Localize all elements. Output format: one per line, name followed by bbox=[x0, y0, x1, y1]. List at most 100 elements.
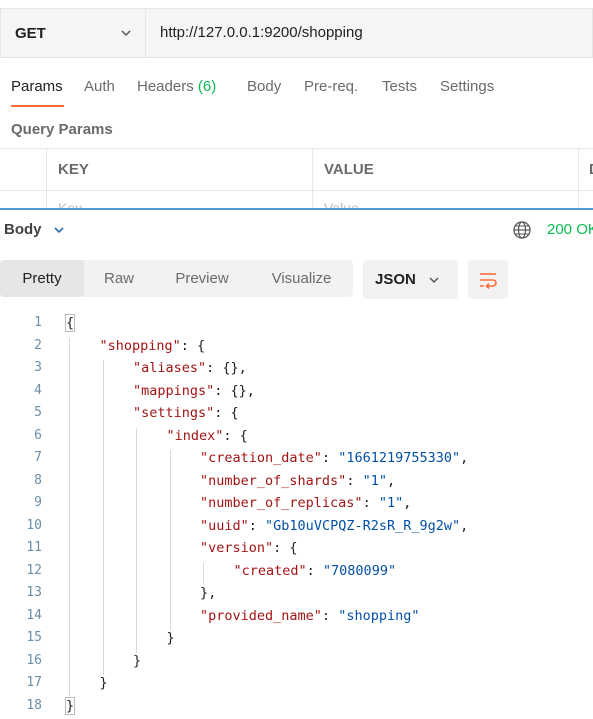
json-string: "Gb10uVCPQZ-R2sR_R_9g2w" bbox=[265, 517, 461, 534]
json-string: "1661219755330" bbox=[338, 450, 461, 466]
code-line: } bbox=[64, 696, 76, 715]
tab-params[interactable]: Params bbox=[11, 78, 63, 95]
query-params-table: KEY VALUE D Key Value bbox=[0, 148, 593, 208]
json-punctuation: , bbox=[386, 472, 396, 489]
line-number: 1 bbox=[34, 315, 42, 330]
json-string: "1" bbox=[378, 495, 404, 511]
json-string: "1" bbox=[362, 472, 387, 489]
code-line: "number_of_shards": "1", bbox=[200, 473, 395, 489]
code-line: "mappings": {}, bbox=[133, 383, 255, 399]
code-line: "index": { bbox=[167, 428, 248, 444]
url-text: http://127.0.0.1:9200/shopping bbox=[160, 24, 363, 41]
line-number: 8 bbox=[34, 472, 42, 488]
code-line: "created": "7080099" bbox=[234, 563, 397, 579]
view-visualize[interactable]: Visualize bbox=[250, 260, 353, 297]
json-punctuation: : {}, bbox=[206, 360, 247, 376]
table-border-top bbox=[0, 148, 593, 149]
line-number: 6 bbox=[34, 427, 42, 443]
url-input[interactable]: http://127.0.0.1:9200/shopping bbox=[145, 8, 593, 58]
line-number: 17 bbox=[26, 675, 42, 690]
json-key: "shopping" bbox=[99, 337, 181, 354]
view-mode-selector: Pretty Raw Preview Visualize bbox=[0, 260, 353, 297]
json-key: "index" bbox=[166, 427, 224, 444]
key-input[interactable]: Key bbox=[58, 200, 82, 208]
line-number: 2 bbox=[34, 337, 42, 353]
wrap-lines-button[interactable] bbox=[468, 260, 508, 299]
code-line: } bbox=[100, 675, 108, 691]
code-line: } bbox=[133, 653, 141, 669]
json-punctuation: : bbox=[306, 562, 323, 579]
response-code-editor[interactable]: 1{2 "shopping": {3 "aliases": {}, 4 "mapping… bbox=[0, 312, 593, 719]
tab-headers[interactable]: Headers (6) bbox=[137, 78, 216, 95]
json-punctuation: : bbox=[321, 450, 339, 466]
json-string: "shopping" bbox=[338, 607, 420, 624]
code-line: "creation_date": "1661219755330", bbox=[200, 450, 468, 466]
tab-body[interactable]: Body bbox=[247, 78, 281, 95]
code-line: { bbox=[64, 314, 76, 332]
code-line: "number_of_replicas": "1", bbox=[200, 495, 411, 511]
indent-guide bbox=[169, 450, 171, 630]
table-border-row bbox=[0, 190, 593, 191]
indent-guide bbox=[136, 427, 137, 653]
line-number: 14 bbox=[26, 607, 42, 623]
value-input[interactable]: Value bbox=[324, 200, 359, 208]
method-select[interactable]: GET bbox=[0, 8, 145, 58]
line-number: 10 bbox=[26, 517, 42, 533]
json-punctuation: } bbox=[133, 652, 142, 669]
headers-count: (6) bbox=[197, 78, 217, 95]
chevron-down-icon bbox=[429, 277, 439, 284]
table-col-divider bbox=[46, 148, 47, 208]
tab-tests[interactable]: Tests bbox=[382, 78, 417, 95]
view-preview[interactable]: Preview bbox=[154, 260, 250, 297]
tab-auth[interactable]: Auth bbox=[84, 78, 115, 95]
json-string: "7080099" bbox=[322, 562, 397, 579]
code-line: "shopping": { bbox=[100, 338, 206, 354]
json-punctuation: : { bbox=[223, 427, 248, 444]
globe-icon[interactable] bbox=[512, 220, 532, 240]
json-key: "uuid" bbox=[200, 517, 249, 534]
json-punctuation: : { bbox=[180, 337, 206, 354]
line-number: 13 bbox=[26, 585, 42, 600]
line-number: 16 bbox=[26, 652, 42, 668]
json-key: "version" bbox=[200, 540, 274, 556]
indent-guide bbox=[69, 337, 70, 698]
json-key: "created" bbox=[233, 562, 307, 579]
tab-prereq[interactable]: Pre-req. bbox=[304, 78, 358, 95]
json-punctuation: : bbox=[346, 472, 363, 489]
chevron-down-icon[interactable] bbox=[52, 223, 66, 237]
line-number: 5 bbox=[34, 405, 42, 420]
line-number: 9 bbox=[34, 495, 42, 510]
code-line: "version": { bbox=[200, 540, 298, 556]
json-key: "settings" bbox=[133, 405, 215, 421]
json-punctuation: , bbox=[460, 450, 469, 466]
json-punctuation: : { bbox=[214, 405, 239, 421]
pane-resize-divider[interactable] bbox=[0, 208, 593, 210]
json-punctuation: : bbox=[248, 517, 266, 534]
json-key: "creation_date" bbox=[200, 450, 322, 466]
json-key: "aliases" bbox=[133, 360, 207, 376]
code-line: "provided_name": "shopping" bbox=[200, 608, 419, 624]
tab-settings[interactable]: Settings bbox=[440, 78, 494, 95]
code-line: "uuid": "Gb10uVCPQZ-R2sR_R_9g2w", bbox=[200, 518, 468, 534]
json-punctuation: : bbox=[321, 607, 339, 624]
json-key: "number_of_shards" bbox=[200, 472, 347, 489]
response-body-label[interactable]: Body bbox=[4, 221, 42, 238]
format-select[interactable]: JSON bbox=[363, 260, 458, 299]
json-punctuation: , bbox=[403, 495, 412, 511]
view-pretty[interactable]: Pretty bbox=[0, 260, 84, 297]
status-code[interactable]: 200 OK bbox=[547, 221, 593, 238]
request-tabs: Params Auth Headers (6) Body Pre-req. Te… bbox=[0, 78, 593, 110]
active-tab-indicator bbox=[11, 105, 64, 107]
code-line: }, bbox=[200, 585, 216, 601]
column-header-key: KEY bbox=[58, 161, 89, 178]
view-raw[interactable]: Raw bbox=[84, 260, 154, 297]
json-key: "number_of_replicas" bbox=[200, 495, 363, 511]
json-punctuation: }, bbox=[200, 585, 217, 601]
line-number: 7 bbox=[34, 450, 42, 465]
table-col-divider bbox=[578, 148, 579, 208]
column-header-value: VALUE bbox=[324, 161, 374, 178]
json-punctuation: : {}, bbox=[214, 382, 255, 399]
json-punctuation: } bbox=[99, 675, 108, 691]
json-punctuation: } bbox=[166, 630, 175, 646]
line-number: 3 bbox=[34, 360, 42, 375]
